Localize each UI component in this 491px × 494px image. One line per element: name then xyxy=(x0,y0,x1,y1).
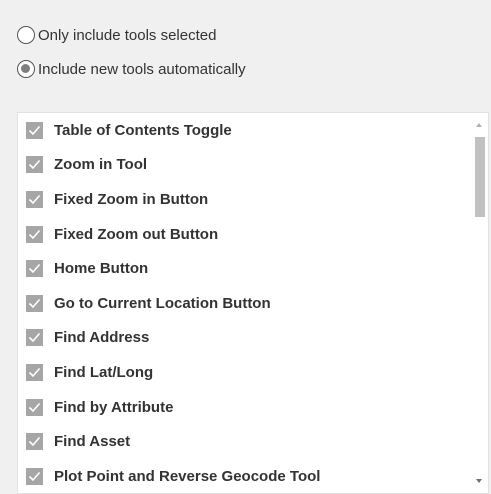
checkmark-icon xyxy=(28,264,41,274)
tool-list-item[interactable]: Plot Point and Reverse Geocode Tool xyxy=(18,459,468,493)
tool-label: Plot Point and Reverse Geocode Tool xyxy=(54,467,321,485)
tool-list-item[interactable]: Find Address xyxy=(18,321,468,356)
tool-label: Fixed Zoom out Button xyxy=(54,225,219,243)
tool-checkbox[interactable] xyxy=(26,467,43,485)
tool-label: Table of Contents Toggle xyxy=(54,121,232,139)
checkmark-icon xyxy=(28,333,41,343)
tool-list-item[interactable]: Fixed Zoom in Button xyxy=(18,182,468,217)
tool-checkbox[interactable] xyxy=(26,433,43,451)
tool-checkbox[interactable] xyxy=(26,156,43,174)
tool-checkbox[interactable] xyxy=(26,225,43,243)
checkmark-icon xyxy=(28,298,41,308)
scrollbar-thumb[interactable] xyxy=(475,137,485,217)
tool-list-item[interactable]: Find Lat/Long xyxy=(18,355,468,390)
tool-list-item[interactable]: Fixed Zoom out Button xyxy=(18,217,468,252)
vertical-scrollbar[interactable] xyxy=(471,113,488,493)
tool-label: Fixed Zoom in Button xyxy=(54,190,209,208)
tool-list-item[interactable]: Find by Attribute xyxy=(18,390,468,425)
tools-list-panel: Table of Contents Toggle Zoom in Tool Fixe… xyxy=(17,112,489,494)
tool-label: Find by Attribute xyxy=(54,398,174,416)
tool-label: Go to Current Location Button xyxy=(54,294,271,312)
checkmark-icon xyxy=(28,125,41,135)
checkmark-icon xyxy=(28,160,41,170)
tool-checkbox[interactable] xyxy=(26,329,43,347)
checkmark-icon xyxy=(28,437,41,447)
tool-list-item[interactable]: Go to Current Location Button xyxy=(18,286,468,321)
scroll-up-arrow-icon[interactable] xyxy=(476,123,482,127)
tool-checkbox[interactable] xyxy=(26,363,43,381)
tool-label: Zoom in Tool xyxy=(54,156,148,174)
checkmark-icon xyxy=(28,367,41,378)
radio-label-include-new: Include new tools automatically xyxy=(38,60,246,78)
tool-checkbox[interactable] xyxy=(26,190,43,208)
tool-label: Find Asset xyxy=(54,433,131,451)
radio-button-only-selected[interactable] xyxy=(17,26,35,44)
checkmark-icon xyxy=(28,194,41,205)
tool-checkbox[interactable] xyxy=(26,260,43,278)
tool-checkbox[interactable] xyxy=(26,398,43,416)
tools-list: Table of Contents Toggle Zoom in Tool Fixe… xyxy=(18,113,468,493)
tool-checkbox[interactable] xyxy=(26,294,43,312)
tool-list-item[interactable]: Home Button xyxy=(18,251,468,286)
tool-list-item[interactable]: Table of Contents Toggle xyxy=(18,113,468,148)
tool-list-item[interactable]: Zoom in Tool xyxy=(18,148,468,183)
radio-label-only-selected: Only include tools selected xyxy=(38,26,217,44)
tool-list-item[interactable]: Find Asset xyxy=(18,424,468,459)
tool-label: Find Address xyxy=(54,329,150,347)
checkmark-icon xyxy=(28,229,41,239)
tool-inclusion-options: Only include tools selected Include new … xyxy=(17,24,246,92)
tool-checkbox[interactable] xyxy=(26,121,43,139)
radio-button-include-new[interactable] xyxy=(17,60,35,78)
radio-only-selected[interactable]: Only include tools selected xyxy=(17,24,246,46)
radio-include-new[interactable]: Include new tools automatically xyxy=(17,58,246,80)
tool-label: Find Lat/Long xyxy=(54,363,154,381)
tool-label: Home Button xyxy=(54,260,149,278)
checkmark-icon xyxy=(28,402,41,412)
checkmark-icon xyxy=(28,471,41,481)
scroll-down-arrow-icon[interactable] xyxy=(476,479,482,483)
